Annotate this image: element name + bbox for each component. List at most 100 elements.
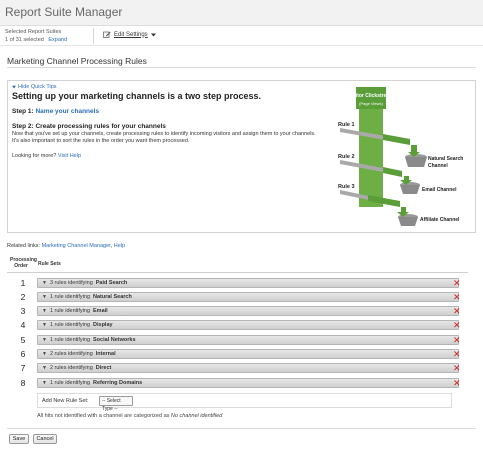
visit-help-link[interactable]: Visit Help <box>58 153 81 159</box>
name-channels-link[interactable]: Name your channels <box>35 108 99 115</box>
chevron-down-icon: ▼ <box>42 322 47 328</box>
channel-name: Display <box>93 322 113 328</box>
rule-set-bar[interactable]: ▼ 3 rules identifying Paid Search <box>37 278 459 288</box>
suite-divider <box>93 28 94 44</box>
chevron-down-icon: ▼ <box>42 280 47 286</box>
title-divider <box>7 67 476 68</box>
rule-type-select[interactable]: -- Select Type -- <box>99 396 133 412</box>
cancel-button[interactable]: Cancel <box>33 434 57 444</box>
delete-icon[interactable]: ✕ <box>453 291 461 303</box>
edit-settings-menu[interactable]: Edit Settings <box>103 31 156 38</box>
edit-settings-label: Edit Settings <box>114 31 148 38</box>
diagram-rule1: Rule 1 <box>338 122 355 128</box>
chevron-down-icon: ▼ <box>42 351 47 357</box>
delete-icon[interactable]: ✕ <box>453 305 461 317</box>
chevron-down-icon: ▼ <box>42 365 47 371</box>
delete-icon[interactable]: ✕ <box>453 377 461 389</box>
add-new-rule-set-label: Add New Rule Set: <box>42 398 89 404</box>
quick-tips-panel: Hide Quick Tips Setting up your marketin… <box>7 80 476 233</box>
rule-set-bar[interactable]: ▼ 1 rule identifying Referring Domains <box>37 378 459 388</box>
rule-count-text: 2 rules identifying <box>49 351 93 357</box>
column-header-processing-order: Processing Order <box>10 257 37 269</box>
chevron-down-icon: ▼ <box>42 380 47 386</box>
rule-count-text: 1 rule identifying <box>49 322 91 328</box>
app-header: Report Suite Manager <box>0 0 483 26</box>
table-row: 6 ▼ 2 rules identifying Internal ✕ <box>7 348 477 360</box>
rule2-bucket-body <box>400 185 420 194</box>
footer-divider <box>7 428 476 429</box>
related-links-label: Related links: <box>7 243 41 249</box>
rule3-bucket-body <box>398 217 418 226</box>
rule-set-bar[interactable]: ▼ 1 rule identifying Social Networks <box>37 335 459 345</box>
note-text: All hits not identified with a channel a… <box>37 413 170 419</box>
table-row: 5 ▼ 1 rule identifying Social Networks ✕ <box>7 334 477 346</box>
diagram-channel1-line2: Channel <box>428 163 448 169</box>
step2-description: Now that you've set up your channels, cr… <box>12 131 316 144</box>
diagram-rule3: Rule 3 <box>338 184 355 190</box>
table-header-divider <box>7 272 468 273</box>
processing-order-number: 2 <box>20 292 26 302</box>
delete-icon[interactable]: ✕ <box>453 334 461 346</box>
chevron-down-icon: ▼ <box>42 294 47 300</box>
processing-order-number: 1 <box>20 278 26 288</box>
step1-prefix: Step 1: <box>12 108 34 115</box>
processing-order-number: 6 <box>20 349 26 359</box>
processing-order-number: 7 <box>20 363 26 373</box>
delete-icon[interactable]: ✕ <box>453 277 461 289</box>
rule1-bucket-body <box>405 157 427 167</box>
delete-icon[interactable]: ✕ <box>453 362 461 374</box>
diagram-channel2: Email Channel <box>422 187 457 193</box>
rule-set-bar[interactable]: ▼ 1 rule identifying Email <box>37 306 459 316</box>
help-link[interactable]: Help <box>114 243 125 249</box>
table-row: 2 ▼ 1 rule identifying Natural Search ✕ <box>7 291 477 303</box>
rule-set-bar[interactable]: ▼ 2 rules identifying Internal <box>37 349 459 359</box>
selected-suites-label: Selected Report Suites <box>5 29 62 35</box>
processing-order-number: 5 <box>20 335 26 345</box>
channel-name: Direct <box>95 365 112 371</box>
diagram-source-sub: (Page Views) <box>359 101 383 106</box>
table-row: 7 ▼ 2 rules identifying Direct ✕ <box>7 362 477 374</box>
diagram-channel1-line1: Natural Search <box>428 156 463 162</box>
rule-set-bar[interactable]: ▼ 1 rule identifying Natural Search <box>37 292 459 302</box>
caret-down-icon <box>150 33 156 36</box>
rule-count-text: 1 rule identifying <box>49 308 91 314</box>
rule-set-bar[interactable]: ▼ 1 rule identifying Display <box>37 320 459 330</box>
suite-count-text: 1 of 31 selected <box>5 37 44 43</box>
hide-quick-tips-label: Hide Quick Tips <box>18 84 57 90</box>
chevron-down-icon <box>12 85 16 89</box>
selected-suites-count: 1 of 31 selected Expand <box>5 37 67 43</box>
marketing-channel-manager-link[interactable]: Marketing Channel Manager <box>42 243 111 249</box>
expand-link[interactable]: Expand <box>48 37 67 43</box>
channel-name: Referring Domains <box>93 380 143 386</box>
looking-prefix: Looking for more? <box>12 153 57 159</box>
chevron-down-icon: ▼ <box>42 337 47 343</box>
column-header-rule-sets: Rule Sets <box>38 261 61 267</box>
rule-count-text: 1 rule identifying <box>49 294 91 300</box>
hide-quick-tips-toggle[interactable]: Hide Quick Tips <box>12 84 57 90</box>
rule-count-text: 1 rule identifying <box>49 337 91 343</box>
table-row: 3 ▼ 1 rule identifying Email ✕ <box>7 305 477 317</box>
step2-heading: Step 2: Create processing rules for your… <box>12 123 166 130</box>
channel-name: Paid Search <box>95 280 128 286</box>
rule2-flow <box>383 167 402 177</box>
tips-heading: Setting up your marketing channels is a … <box>12 91 262 101</box>
table-row: 4 ▼ 1 rule identifying Display ✕ <box>7 319 477 331</box>
related-links: Related links: Marketing Channel Manager… <box>7 243 125 249</box>
channel-name: Natural Search <box>93 294 132 300</box>
channel-process-diagram: Visitor Clickstream (Page Views) Rule 1 … <box>338 87 463 226</box>
channel-name: Email <box>93 308 108 314</box>
rule1-flow <box>383 134 410 145</box>
delete-icon[interactable]: ✕ <box>453 348 461 360</box>
flow-stream <box>359 109 383 207</box>
rule-count-text: 2 rules identifying <box>49 365 93 371</box>
rule-count-text: 1 rule identifying <box>49 380 91 386</box>
delete-icon[interactable]: ✕ <box>453 319 461 331</box>
processing-order-number: 3 <box>20 306 26 316</box>
rule-set-bar[interactable]: ▼ 2 rules identifying Direct <box>37 363 459 373</box>
pencil-icon <box>103 31 111 38</box>
diagram-rule2: Rule 2 <box>338 154 355 160</box>
diagram-channel3: Affiliate Channel <box>420 217 460 223</box>
save-button[interactable]: Save <box>9 434 29 444</box>
channel-name: Internal <box>95 351 116 357</box>
report-suite-bar: Selected Report Suites 1 of 31 selected … <box>0 26 483 46</box>
